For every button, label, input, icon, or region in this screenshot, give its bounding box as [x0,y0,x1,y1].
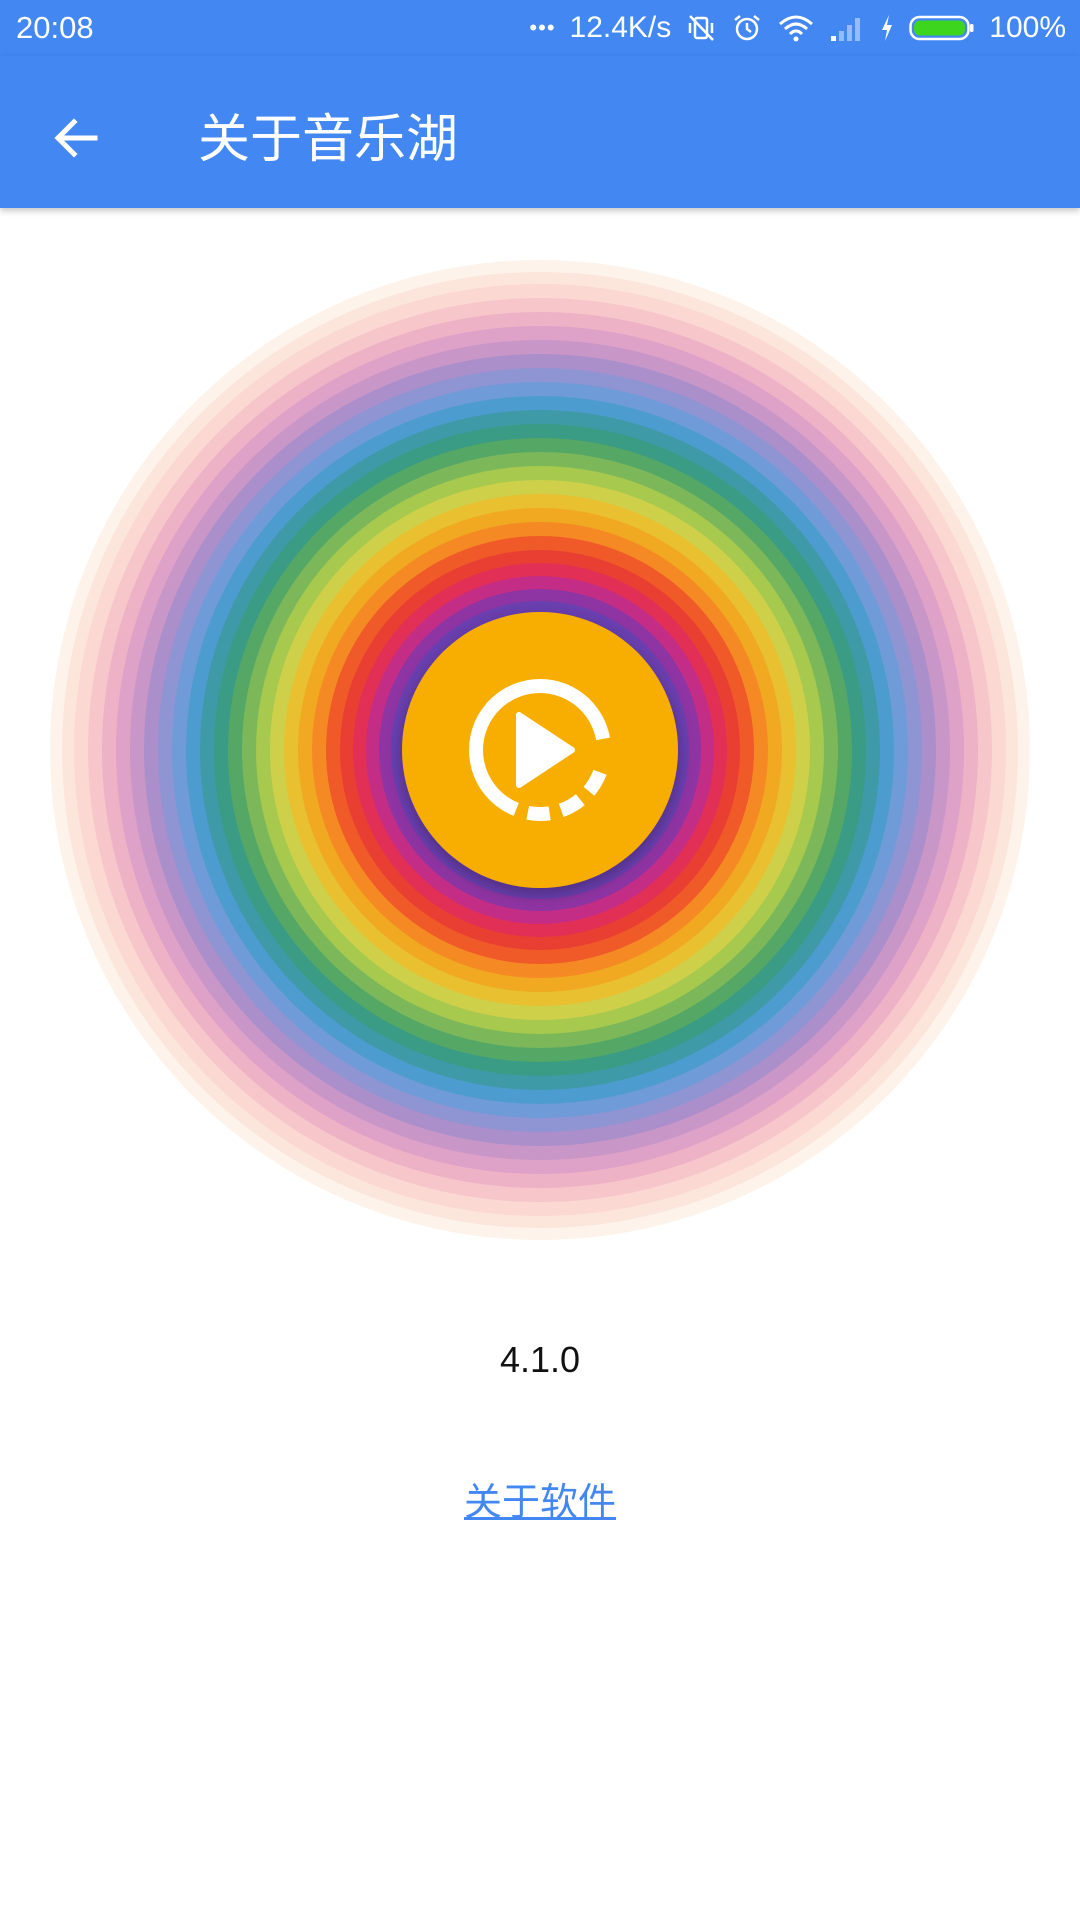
page-title: 关于音乐湖 [198,110,459,170]
charging-icon [879,12,895,44]
more-dots: ••• [529,15,556,40]
logo-rings [50,260,1030,1240]
app-logo [40,260,1040,1260]
battery-percent: 100% [989,11,1066,44]
alarm-icon [731,12,763,44]
net-speed: 12.4K/s [569,11,672,44]
status-bar: 20:08 ••• 12.4K/s 100% [0,0,1080,56]
wifi-icon [777,12,815,44]
arrow-left-icon [54,118,98,158]
version-text: 4.1.0 [499,1339,581,1380]
battery-icon [909,13,975,43]
status-time: 20:08 [16,10,94,45]
back-button[interactable] [40,102,112,174]
app-bar: 关于音乐湖 [0,56,1080,208]
signal-icon [829,12,865,44]
about-software-link[interactable]: 关于软件 [464,1480,616,1524]
status-icons: ••• 12.4K/s 100% [529,8,1066,48]
about-software-link-row: 关于软件 [0,1470,1080,1534]
vibrate-off-icon [685,12,717,44]
